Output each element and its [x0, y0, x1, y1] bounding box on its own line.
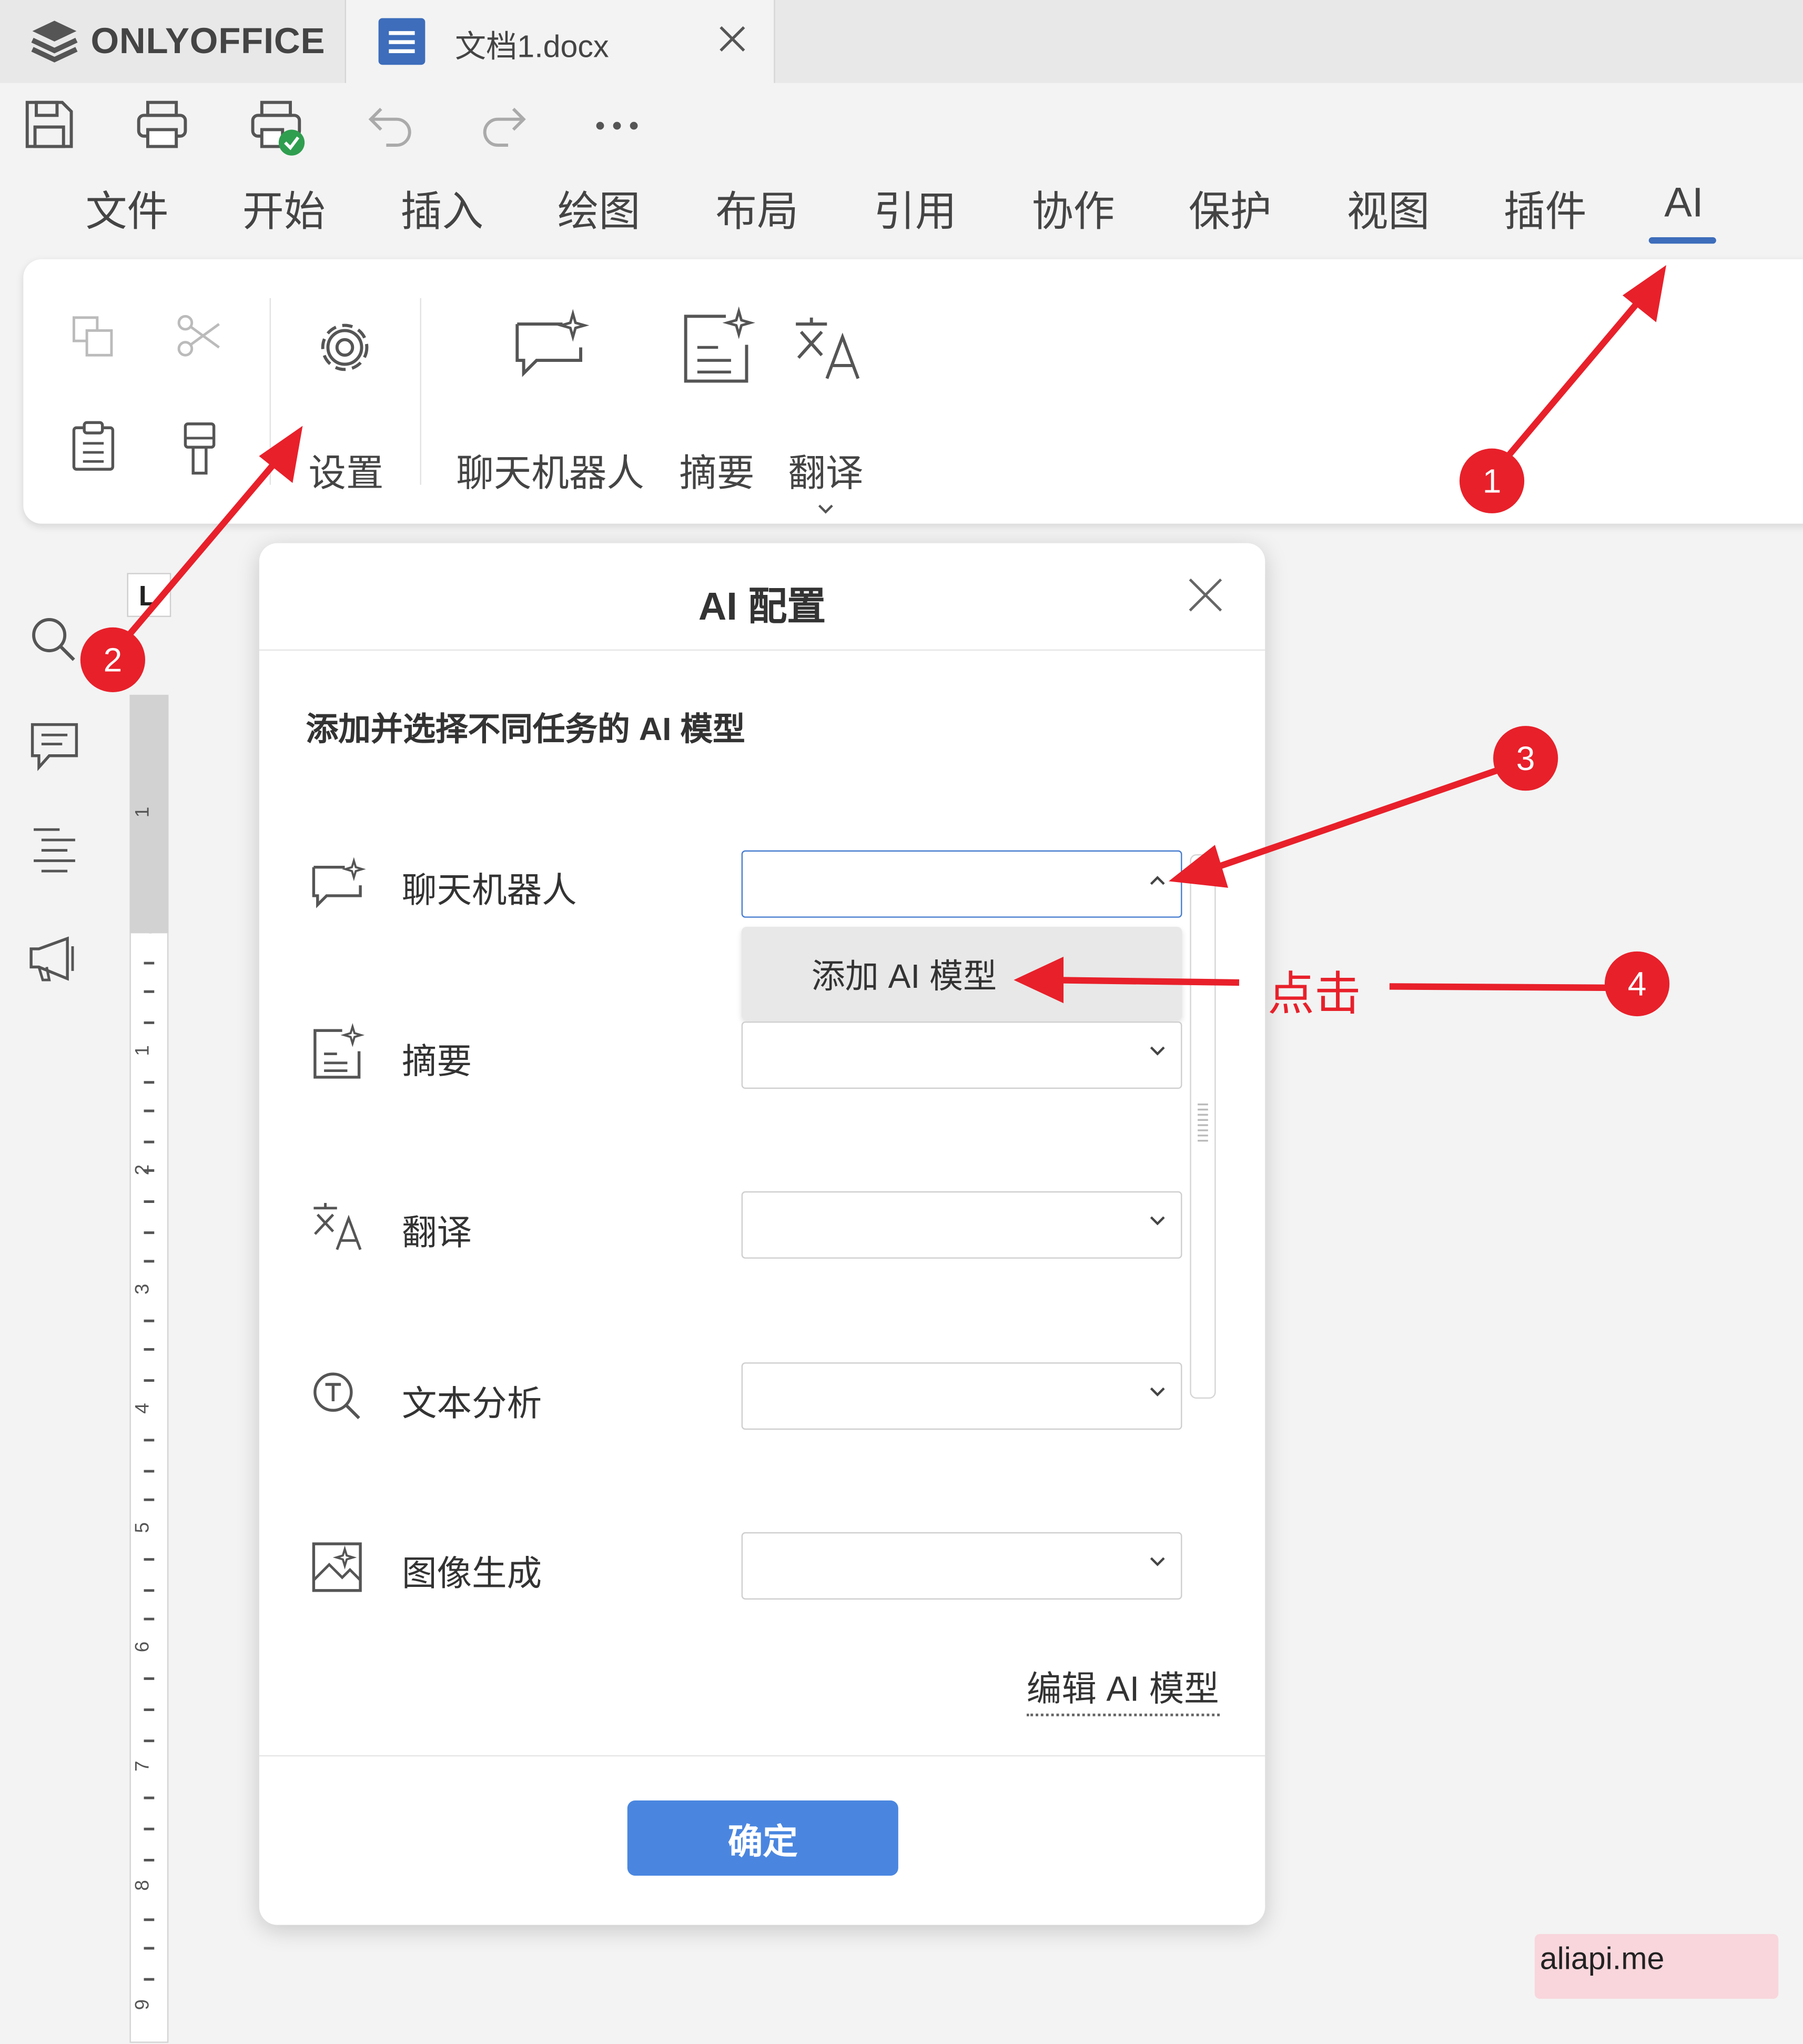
annotation-arrows [121, 265, 1666, 1004]
annotation-arrowhead-3 [1169, 845, 1229, 888]
annotation-badge-2: 2 [80, 627, 146, 692]
annotation-badge-1: 1 [1459, 448, 1525, 513]
annotation-badge-4: 4 [1604, 951, 1670, 1017]
annotation-arrow-3 [1204, 767, 1500, 874]
annotation-click-text: 点击 [1268, 967, 1361, 1020]
annotation-arrow-4a [1045, 976, 1240, 986]
watermark: aliapi.me [1534, 1934, 1779, 1999]
annotation-arrow-2 [121, 451, 285, 643]
annotation-badge-3: 3 [1493, 726, 1558, 791]
annotation-arrow-1 [1501, 293, 1646, 464]
annotation-arrow-4b [1389, 983, 1607, 991]
annotation-arrowhead-4 [1014, 956, 1064, 1004]
watermark-text: aliapi.me [1539, 1941, 1665, 1977]
